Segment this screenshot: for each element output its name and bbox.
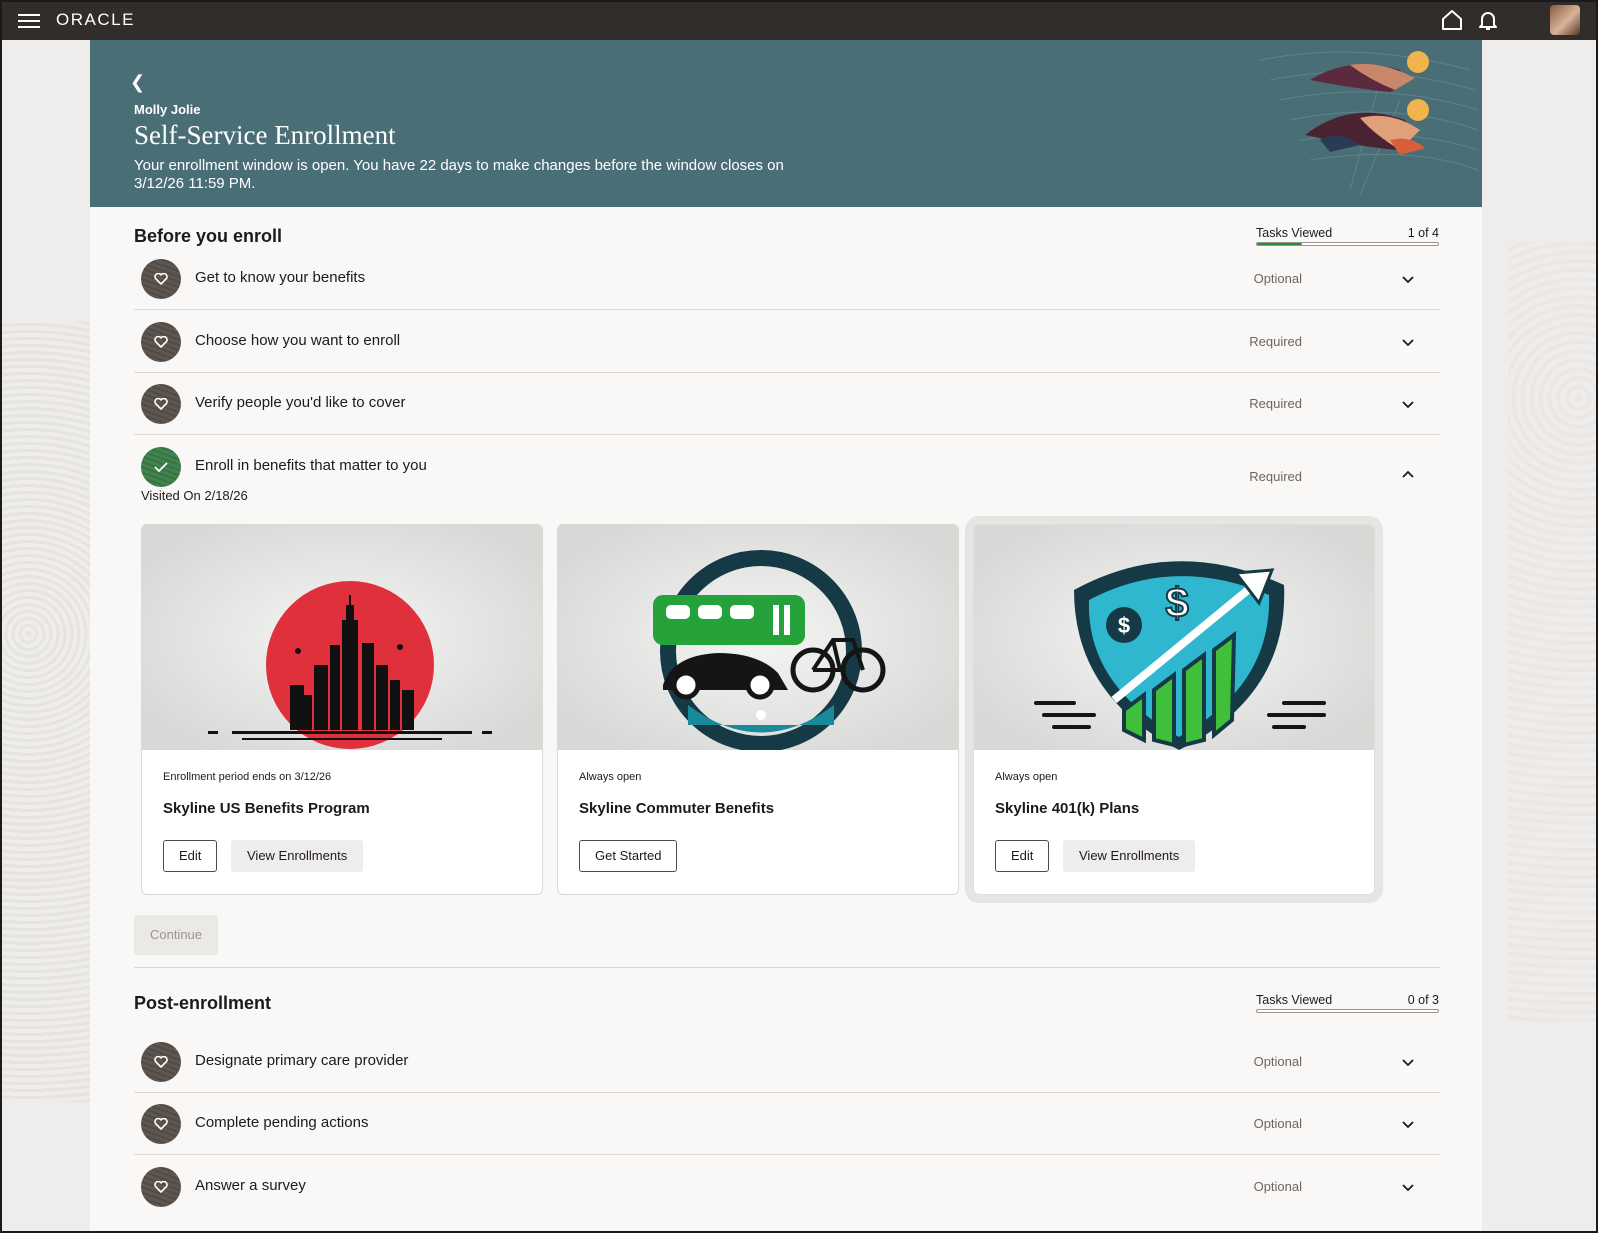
task-icon-circle (141, 1167, 181, 1207)
task-status: Optional (1253, 271, 1302, 286)
retirement-shield-image: $ $ (974, 525, 1374, 750)
tasks-progress-fill (1257, 243, 1303, 245)
enrollment-window-message: Your enrollment window is open. You have… (134, 157, 784, 192)
chevron-down-icon[interactable] (1400, 334, 1416, 350)
chevron-down-icon[interactable] (1400, 1116, 1416, 1132)
before-tasks-progress: Tasks Viewed 1 of 4 (1256, 226, 1439, 246)
commuter-transport-image (558, 525, 958, 750)
card-subtitle: Always open (579, 771, 642, 783)
task-status: Optional (1253, 1054, 1302, 1069)
page-title: Self-Service Enrollment (134, 120, 396, 150)
task-row[interactable]: Designate primary care provider Optional (134, 1030, 1440, 1093)
benefit-card: Enrollment period ends on 3/12/26 Skylin… (141, 524, 543, 895)
task-label: Designate primary care provider (195, 1052, 409, 1069)
view-enrollments-button[interactable]: View Enrollments (231, 840, 364, 872)
task-row[interactable]: Verify people you'd like to cover Requir… (134, 372, 1440, 435)
task-status: Optional (1253, 1116, 1302, 1131)
top-navigation-bar: ORACLE (2, 2, 1596, 40)
tasks-viewed-label: Tasks Viewed (1256, 993, 1333, 1007)
card-title: Skyline 401(k) Plans (995, 800, 1140, 817)
back-arrow-icon[interactable]: ❮ (130, 72, 150, 92)
task-status: Required (1249, 396, 1302, 411)
chevron-up-icon[interactable] (1400, 467, 1416, 483)
edit-button[interactable]: Edit (163, 840, 218, 872)
background-decoration (2, 322, 90, 1102)
task-label: Complete pending actions (195, 1114, 369, 1131)
section-divider (134, 967, 1440, 968)
svg-text:$: $ (1165, 579, 1188, 626)
tasks-progress-bar (1256, 242, 1439, 246)
tasks-viewed-count: 1 of 4 (1407, 226, 1439, 240)
task-label: Get to know your benefits (195, 269, 366, 286)
post-tasks-progress: Tasks Viewed 0 of 3 (1256, 993, 1439, 1013)
app-frame: ORACLE ❮ Molly Jolie Self-Service Enroll… (0, 0, 1598, 1233)
notifications-bell-icon[interactable] (1476, 8, 1500, 32)
chevron-down-icon[interactable] (1400, 1054, 1416, 1070)
view-enrollments-button[interactable]: View Enrollments (1063, 840, 1196, 872)
task-icon-circle (141, 322, 181, 362)
task-row[interactable]: Get to know your benefits Optional (134, 247, 1440, 310)
svg-text:$: $ (1118, 613, 1130, 638)
heart-icon (154, 336, 168, 348)
task-label: Enroll in benefits that matter to you (195, 457, 427, 474)
chevron-down-icon[interactable] (1400, 1179, 1416, 1195)
post-enrollment-heading: Post-enrollment (134, 993, 272, 1013)
heart-icon (154, 1181, 168, 1193)
task-row-expanded[interactable]: Enroll in benefits that matter to you Re… (134, 435, 1440, 497)
task-status: Optional (1253, 1179, 1302, 1194)
card-subtitle: Always open (995, 771, 1058, 783)
task-icon-circle (141, 447, 181, 487)
tasks-progress-bar (1256, 1009, 1439, 1013)
oracle-logo[interactable]: ORACLE (56, 10, 135, 30)
tasks-viewed-label: Tasks Viewed (1256, 226, 1333, 240)
heart-icon (154, 398, 168, 410)
task-icon-circle (141, 1042, 181, 1082)
chevron-down-icon[interactable] (1400, 271, 1416, 287)
get-started-button[interactable]: Get Started (579, 840, 678, 872)
background-decoration (1508, 242, 1596, 1022)
banner-illustration (1259, 51, 1479, 196)
check-icon (154, 462, 168, 473)
visited-date: Visited On 2/18/26 (141, 488, 248, 503)
task-row[interactable]: Complete pending actions Optional (134, 1092, 1440, 1155)
header-banner: ❮ Molly Jolie Self-Service Enrollment Yo… (90, 40, 1482, 207)
task-row[interactable]: Answer a survey Optional (134, 1155, 1440, 1217)
card-title: Skyline US Benefits Program (163, 800, 370, 817)
task-label: Answer a survey (195, 1177, 306, 1194)
heart-icon (154, 273, 168, 285)
edit-button[interactable]: Edit (995, 840, 1050, 872)
home-icon[interactable] (1440, 8, 1464, 32)
task-icon-circle (141, 1104, 181, 1144)
hamburger-menu-icon[interactable] (18, 11, 40, 29)
task-label: Verify people you'd like to cover (195, 394, 406, 411)
city-skyline-image (142, 525, 542, 750)
task-row[interactable]: Choose how you want to enroll Required (134, 310, 1440, 373)
card-subtitle: Enrollment period ends on 3/12/26 (163, 771, 332, 783)
user-avatar[interactable] (1550, 5, 1580, 35)
task-icon-circle (141, 259, 181, 299)
task-status: Required (1249, 469, 1302, 484)
continue-button[interactable]: Continue (134, 915, 218, 955)
person-name: Molly Jolie (134, 102, 201, 117)
tasks-viewed-count: 0 of 3 (1407, 993, 1439, 1007)
benefit-card-highlighted: $ $ Always open Skyline 401(k) Plans Edi… (973, 524, 1375, 895)
task-label: Choose how you want to enroll (195, 332, 401, 349)
task-icon-circle (141, 384, 181, 424)
before-enroll-heading: Before you enroll (134, 226, 283, 246)
task-status: Required (1249, 334, 1302, 349)
benefit-card: Always open Skyline Commuter Benefits Ge… (557, 524, 959, 895)
main-panel: ❮ Molly Jolie Self-Service Enrollment Yo… (90, 40, 1482, 1231)
heart-icon (154, 1056, 168, 1068)
card-title: Skyline Commuter Benefits (579, 800, 775, 817)
heart-icon (154, 1118, 168, 1130)
chevron-down-icon[interactable] (1400, 396, 1416, 412)
